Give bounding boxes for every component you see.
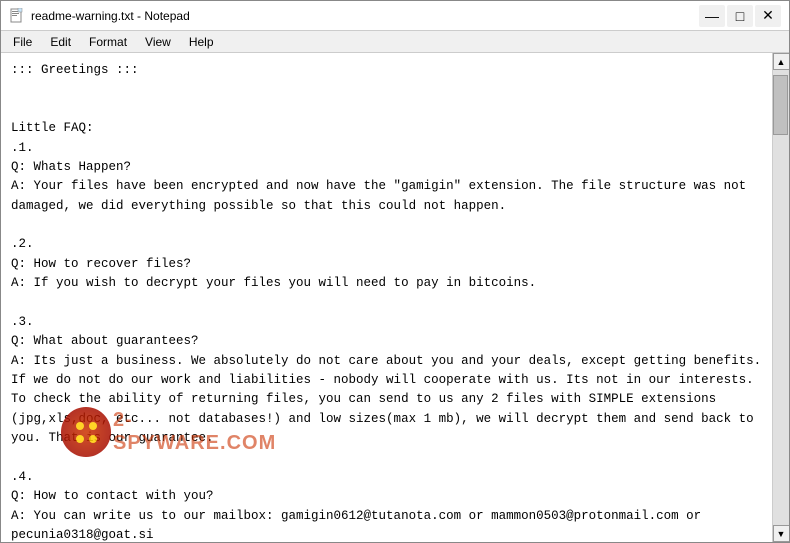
window-controls: — □ ✕ (699, 5, 781, 27)
scroll-down-button[interactable]: ▼ (773, 525, 790, 542)
scroll-track[interactable] (773, 70, 789, 525)
text-content[interactable]: ::: Greetings ::: Little FAQ: .1. Q: Wha… (1, 53, 772, 542)
title-bar: readme-warning.txt - Notepad — □ ✕ (1, 1, 789, 31)
content-wrapper: ::: Greetings ::: Little FAQ: .1. Q: Wha… (1, 53, 789, 542)
scroll-thumb[interactable] (773, 75, 788, 135)
window-title: readme-warning.txt - Notepad (31, 9, 190, 23)
notepad-window: readme-warning.txt - Notepad — □ ✕ File … (0, 0, 790, 543)
scroll-up-button[interactable]: ▲ (773, 53, 790, 70)
close-button[interactable]: ✕ (755, 5, 781, 27)
menu-bar: File Edit Format View Help (1, 31, 789, 53)
title-bar-left: readme-warning.txt - Notepad (9, 8, 190, 24)
menu-view[interactable]: View (137, 33, 179, 51)
maximize-button[interactable]: □ (727, 5, 753, 27)
menu-help[interactable]: Help (181, 33, 222, 51)
vertical-scrollbar: ▲ ▼ (772, 53, 789, 542)
minimize-button[interactable]: — (699, 5, 725, 27)
notepad-icon (9, 8, 25, 24)
menu-format[interactable]: Format (81, 33, 135, 51)
menu-file[interactable]: File (5, 33, 40, 51)
menu-edit[interactable]: Edit (42, 33, 79, 51)
